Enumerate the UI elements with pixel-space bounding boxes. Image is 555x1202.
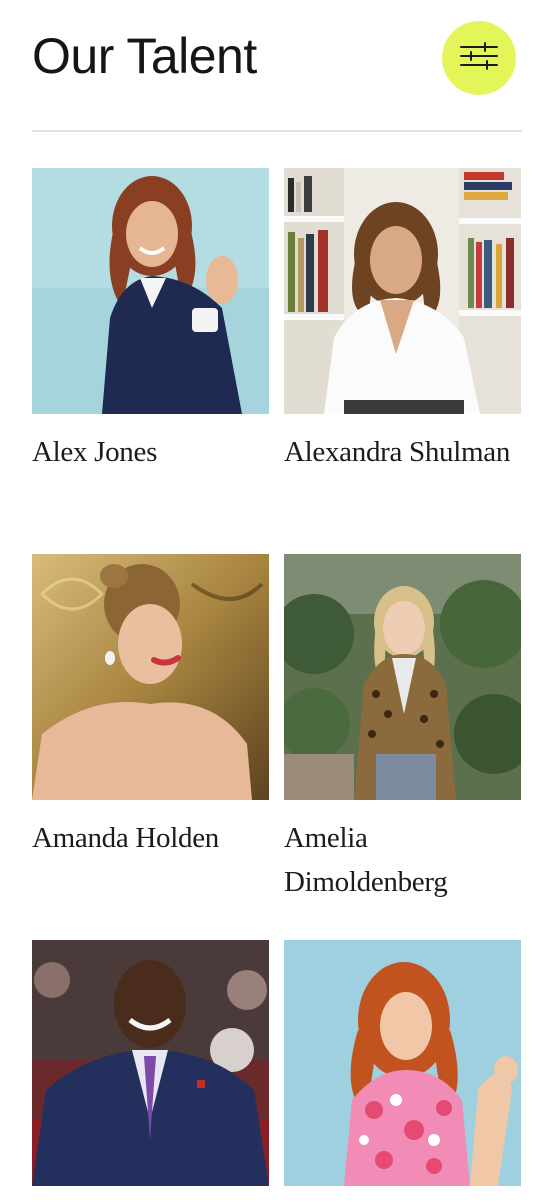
talent-photo[interactable] [32, 940, 269, 1186]
sliders-icon [459, 41, 499, 76]
talent-name[interactable]: Amelia Dimoldenberg [284, 816, 521, 904]
talent-card-amelia-dimoldenberg[interactable]: Amelia Dimoldenberg [284, 554, 521, 904]
talent-photo[interactable] [32, 168, 269, 414]
talent-photo[interactable] [284, 554, 521, 800]
talent-name[interactable]: Amanda Holden [32, 816, 269, 860]
talent-name[interactable]: Alexandra Shulman [284, 430, 521, 474]
talent-name[interactable]: Alex Jones [32, 430, 269, 474]
talent-photo[interactable] [284, 168, 521, 414]
filter-button[interactable] [442, 21, 516, 95]
talent-card-alex-jones[interactable]: Alex Jones [32, 168, 269, 474]
talent-card-6[interactable] [284, 940, 521, 1202]
talent-photo[interactable] [284, 940, 521, 1186]
talent-card-5[interactable] [32, 940, 269, 1202]
talent-photo[interactable] [32, 554, 269, 800]
page-title: Our Talent [32, 28, 257, 84]
header: Our Talent [32, 0, 522, 130]
talent-card-amanda-holden[interactable]: Amanda Holden [32, 554, 269, 860]
header-divider [32, 130, 522, 132]
talent-card-alexandra-shulman[interactable]: Alexandra Shulman [284, 168, 521, 474]
